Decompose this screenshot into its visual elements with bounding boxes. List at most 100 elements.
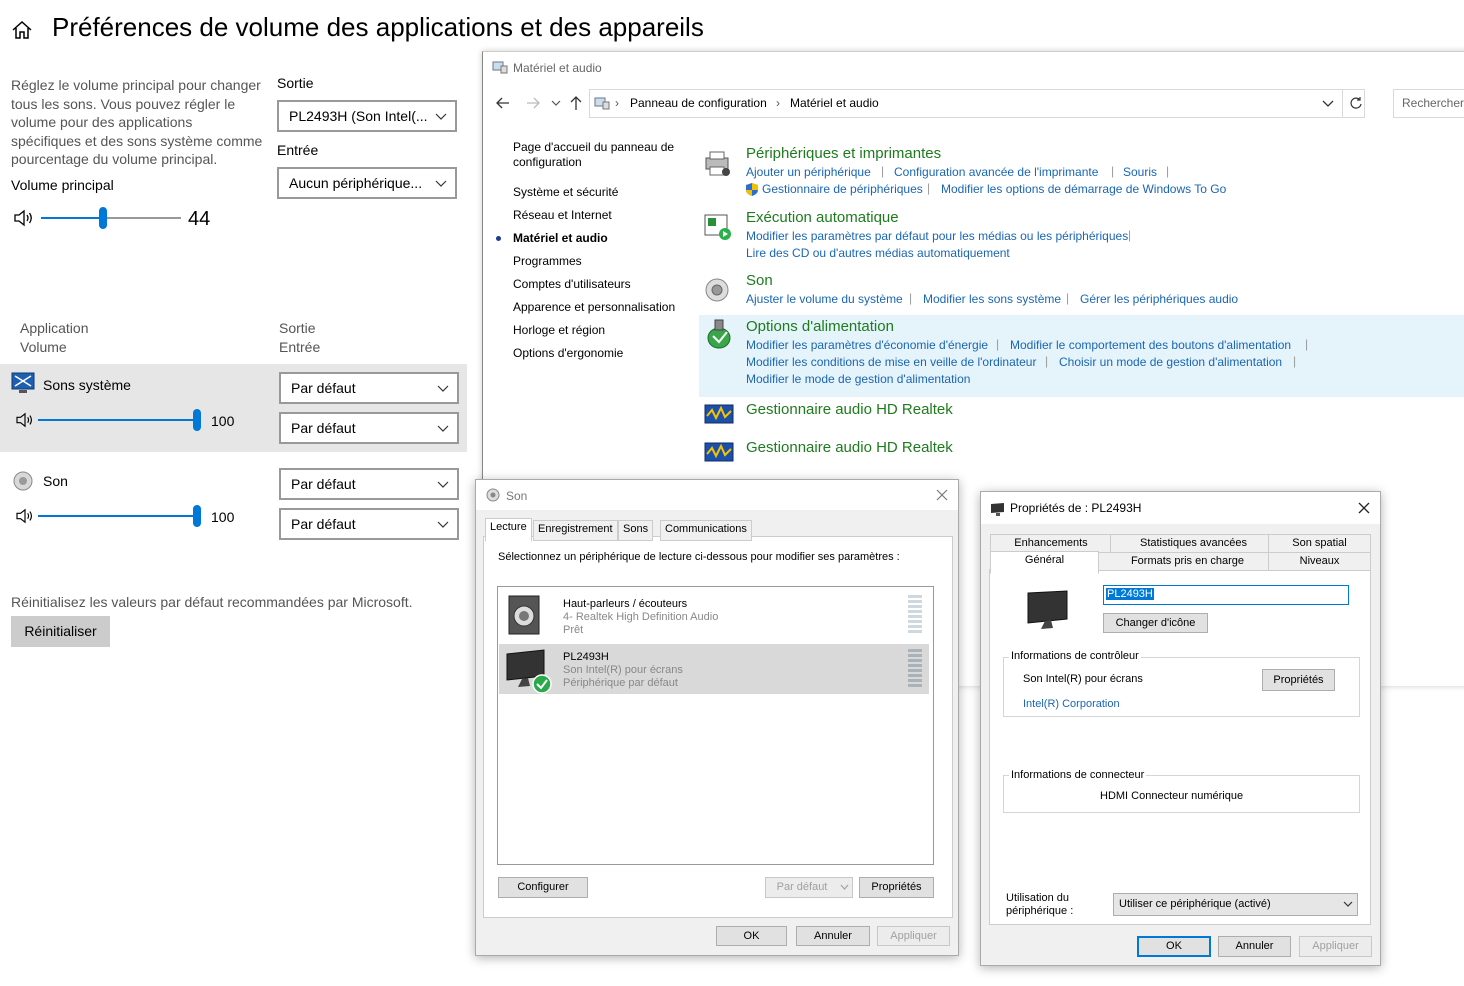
link-add-device[interactable]: Ajouter un périphérique <box>746 165 871 179</box>
address-bar[interactable]: › Panneau de configuration › Matériel et… <box>589 89 1365 118</box>
tab-statistiques[interactable]: Statistiques avancées <box>1110 534 1277 553</box>
back-arrow-icon[interactable] <box>495 96 511 110</box>
link-edit-power-plan[interactable]: Modifier le mode de gestion d'alimentati… <box>746 372 970 386</box>
nav-active-bullet <box>496 236 501 241</box>
nav-home[interactable]: Page d'accueil du panneau de configurati… <box>513 140 683 170</box>
configure-button[interactable]: Configurer <box>498 877 588 898</box>
chevron-down-icon[interactable] <box>1322 99 1334 109</box>
link-autoplay-cd[interactable]: Lire des CD ou d'autres médias automatiq… <box>746 246 1010 260</box>
monitor-device-icon <box>1027 590 1068 629</box>
chevron-down-icon <box>437 521 449 528</box>
nav-user-accounts[interactable]: Comptes d'utilisateurs <box>513 277 631 291</box>
cat-realtek-title-2[interactable]: Gestionnaire audio HD Realtek <box>746 439 953 456</box>
window-title: Matériel et audio <box>513 61 602 75</box>
son-input-value: Par défaut <box>291 516 356 532</box>
recent-chevron-icon[interactable] <box>551 99 561 107</box>
son-input-dropdown[interactable]: Par défaut <box>279 508 459 540</box>
link-adjust-volume[interactable]: Ajuster le volume du système <box>746 292 903 306</box>
change-icon-button[interactable]: Changer d'icône <box>1103 613 1208 633</box>
close-icon[interactable] <box>1358 502 1370 514</box>
system-sounds-volume-thumb[interactable] <box>193 409 201 431</box>
nav-hardware-audio[interactable]: Matériel et audio <box>513 231 608 245</box>
cat-devices-title[interactable]: Périphériques et imprimantes <box>746 145 941 162</box>
link-system-sounds[interactable]: Modifier les sons système <box>923 292 1061 306</box>
nav-appearance[interactable]: Apparence et personnalisation <box>513 300 675 314</box>
refresh-icon[interactable] <box>1349 96 1363 110</box>
controller-properties-button[interactable]: Propriétés <box>1262 669 1335 691</box>
input-value: Aucun périphérique... <box>289 175 423 191</box>
reset-button[interactable]: Réinitialiser <box>11 616 110 647</box>
input-dropdown[interactable]: Aucun périphérique... <box>277 167 457 199</box>
tab-lecture[interactable]: Lecture <box>485 518 532 542</box>
nav-clock-region[interactable]: Horloge et région <box>513 323 605 337</box>
nav-network[interactable]: Réseau et Internet <box>513 208 612 222</box>
tab-enregistrement[interactable]: Enregistrement <box>533 520 618 541</box>
system-sounds-output-dropdown[interactable]: Par défaut <box>279 372 459 404</box>
nav-programs[interactable]: Programmes <box>513 254 582 268</box>
speaker-icon[interactable] <box>15 508 35 524</box>
properties-cancel-button[interactable]: Annuler <box>1218 936 1291 957</box>
master-volume-thumb[interactable] <box>98 207 107 229</box>
tab-spatial-sound[interactable]: Son spatial <box>1268 534 1371 553</box>
son-output-dropdown[interactable]: Par défaut <box>279 468 459 500</box>
master-volume-slider[interactable] <box>41 207 181 229</box>
device-speakers-name[interactable]: Haut-parleurs / écouteurs <box>563 598 687 610</box>
properties-apply-button[interactable]: Appliquer <box>1299 936 1372 957</box>
search-box[interactable]: Rechercher <box>1393 89 1464 118</box>
tab-general[interactable]: Général <box>990 551 1099 574</box>
close-icon[interactable] <box>936 489 948 501</box>
link-power-buttons[interactable]: Modifier le comportement des boutons d'a… <box>1010 338 1291 352</box>
son-volume-thumb[interactable] <box>193 505 201 527</box>
up-arrow-icon[interactable] <box>569 95 583 111</box>
cat-power-title[interactable]: Options d'alimentation <box>746 318 894 335</box>
set-default-button[interactable]: Par défaut <box>765 877 853 898</box>
system-sounds-input-dropdown[interactable]: Par défaut <box>279 412 459 444</box>
breadcrumb-hardware[interactable]: Matériel et audio <box>790 96 879 110</box>
cat-sound-title[interactable]: Son <box>746 272 773 289</box>
forward-arrow-icon[interactable] <box>525 96 541 110</box>
device-speakers-level-meter <box>908 595 922 635</box>
breadcrumb-control-panel[interactable]: Panneau de configuration <box>630 96 767 110</box>
son-volume-slider[interactable] <box>38 505 201 527</box>
apply-button[interactable]: Appliquer <box>877 926 950 946</box>
device-name-input[interactable]: PL2493H <box>1103 585 1349 605</box>
cat-realtek-title[interactable]: Gestionnaire audio HD Realtek <box>746 401 953 418</box>
link-choose-power-plan[interactable]: Choisir un mode de gestion d'alimentatio… <box>1059 355 1282 369</box>
master-volume-value: 44 <box>188 208 211 230</box>
cat-autoplay-title[interactable]: Exécution automatique <box>746 209 899 226</box>
output-label: Sortie <box>277 75 314 91</box>
tab-sons[interactable]: Sons <box>618 520 654 541</box>
device-pl2493h-name: PL2493H <box>563 651 609 663</box>
col-header-device: Sortie Entrée <box>279 319 320 357</box>
controller-vendor: Intel(R) Corporation <box>1023 698 1120 710</box>
device-name-value: PL2493H <box>1106 588 1154 600</box>
properties-ok-button[interactable]: OK <box>1137 936 1211 957</box>
link-mouse[interactable]: Souris <box>1123 165 1157 179</box>
system-sounds-volume-slider[interactable] <box>38 409 201 431</box>
link-sleep-conditions[interactable]: Modifier les conditions de mise en veill… <box>746 355 1036 369</box>
link-windows-to-go[interactable]: Modifier les options de démarrage de Win… <box>941 182 1226 196</box>
link-device-manager[interactable]: Gestionnaire de périphériques <box>762 182 923 196</box>
chevron-down-icon[interactable] <box>840 884 849 891</box>
ok-button[interactable]: OK <box>716 926 787 946</box>
usage-select[interactable]: Utiliser ce périphérique (activé) <box>1113 893 1358 916</box>
control-panel-icon <box>594 97 610 110</box>
nav-system-security[interactable]: Système et sécurité <box>513 185 618 199</box>
link-autoplay-defaults[interactable]: Modifier les paramètres par défaut pour … <box>746 229 1128 243</box>
cancel-button[interactable]: Annuler <box>796 926 870 946</box>
tab-levels[interactable]: Niveaux <box>1268 552 1371 571</box>
speaker-icon[interactable] <box>13 209 35 227</box>
col-header-app: Application Volume <box>20 319 89 357</box>
speaker-icon[interactable] <box>15 412 35 428</box>
home-icon[interactable] <box>10 18 34 42</box>
nav-ergonomics[interactable]: Options d'ergonomie <box>513 346 623 360</box>
link-separator: | <box>1293 354 1297 368</box>
tab-formats[interactable]: Formats pris en charge <box>1098 552 1277 571</box>
link-energy-settings[interactable]: Modifier les paramètres d'économie d'éne… <box>746 338 988 352</box>
link-audio-devices[interactable]: Gérer les périphériques audio <box>1080 292 1238 306</box>
sound-dialog: Son Lecture Enregistrement Sons Communic… <box>475 479 959 956</box>
device-properties-button[interactable]: Propriétés <box>859 877 934 898</box>
tab-communications[interactable]: Communications <box>660 520 752 541</box>
output-dropdown[interactable]: PL2493H (Son Intel(... <box>277 100 457 132</box>
link-printer-config[interactable]: Configuration avancée de l'imprimante <box>894 165 1098 179</box>
